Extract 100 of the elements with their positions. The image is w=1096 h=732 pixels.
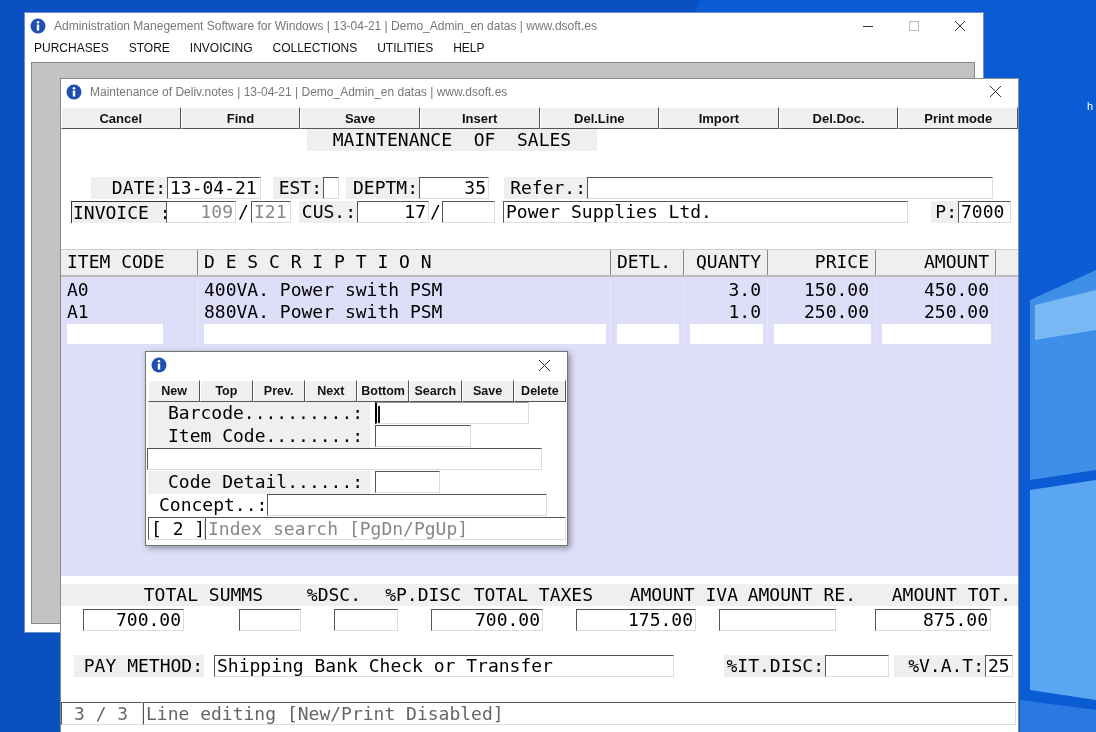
toolbar-button[interactable]: Print mode [898, 107, 1018, 129]
table-cell: A0 [61, 279, 198, 301]
toolbar-button[interactable]: Next [304, 380, 357, 402]
total-field[interactable] [334, 609, 398, 631]
menu-item[interactable]: HELP [453, 41, 485, 55]
total-label: %P.DISC [384, 584, 461, 606]
field-label: Item Code........: [148, 425, 370, 448]
toolbar-button[interactable]: Prev. [252, 380, 305, 402]
table-cell: 400VA. Power swith PSM [198, 279, 611, 301]
new-line-input[interactable] [617, 324, 679, 344]
info-icon [30, 17, 46, 34]
field-label: Barcode..........: [148, 402, 370, 425]
customer-suffix-field[interactable] [442, 201, 495, 223]
vat-field[interactable]: 25 [985, 655, 1013, 677]
total-label: AMOUNT TOT. [890, 584, 1011, 606]
item-discount-field[interactable] [825, 655, 889, 677]
column-header: QUANTY [684, 250, 768, 275]
total-label: %DSC. [305, 584, 361, 606]
total-field[interactable]: 700.00 [83, 609, 184, 631]
index-number: [ 2 ] [148, 517, 205, 540]
toolbar-button[interactable]: Top [200, 380, 253, 402]
toolbar-button[interactable]: Save [300, 107, 420, 129]
menu-item[interactable]: COLLECTIONS [272, 41, 358, 55]
field-label: CUS.: [299, 201, 357, 223]
toolbar-button[interactable]: Del.Doc. [778, 107, 899, 129]
column-header: DETL. [611, 250, 684, 275]
total-label: AMOUNT IVA [628, 584, 738, 606]
close-icon [989, 86, 1001, 97]
p-field[interactable]: 7000 [958, 201, 1011, 223]
field-label: Code Detail......: [148, 471, 370, 494]
menu-item[interactable]: PURCHASES [34, 41, 109, 55]
toolbar-button[interactable]: New [148, 380, 201, 402]
field-label: %V.A.T: [894, 655, 985, 677]
toolbar-button[interactable]: Delete [513, 380, 566, 402]
maximize-icon [909, 20, 919, 31]
field-label: %IT.DISC: [724, 655, 825, 677]
department-field[interactable]: 35 [419, 177, 489, 199]
input-field[interactable] [267, 494, 548, 516]
field-label: Refer.: [504, 177, 587, 199]
desktop-icon-label[interactable]: h [1087, 100, 1094, 112]
table-cell: 3.0 [684, 279, 768, 301]
new-line-input[interactable] [882, 324, 991, 344]
toolbar-button[interactable]: Import [659, 107, 779, 129]
total-label: TOTAL SUMMS [142, 584, 263, 606]
total-label: TOTAL TAXES [472, 584, 593, 606]
table-cell: 880VA. Power swith PSM [198, 301, 611, 323]
table-cell: 250.00 [876, 301, 996, 323]
field-label: Concept..: [159, 494, 268, 517]
customer-number-field[interactable]: 17 [357, 201, 429, 223]
menu-item[interactable]: UTILITIES [377, 41, 434, 55]
close-icon [955, 20, 965, 31]
input-field[interactable] [375, 402, 529, 424]
total-field[interactable] [719, 609, 836, 631]
reference-field[interactable] [587, 177, 993, 199]
new-line-input[interactable] [67, 324, 163, 344]
series-field[interactable]: I21 [251, 201, 291, 223]
field-label: DEPTM: [346, 177, 419, 199]
toolbar-button[interactable]: Bottom [357, 380, 410, 402]
form-heading: MAINTENANCE OF SALES [307, 129, 597, 151]
toolbar-button[interactable]: Cancel [61, 107, 181, 129]
column-header: D E S C R I P T I O N [198, 250, 611, 275]
menu-item[interactable]: INVOICING [189, 41, 253, 55]
total-field[interactable]: 175.00 [576, 609, 696, 631]
separator-slash: / [429, 201, 442, 223]
date-field[interactable]: 13-04-21 [167, 177, 261, 199]
toolbar-button[interactable]: Del.Line [539, 107, 660, 129]
toolbar-button[interactable]: Save [461, 380, 514, 402]
pay-method-field[interactable]: Shipping Bank Check or Transfer [214, 655, 674, 677]
close-icon [538, 359, 550, 371]
status-message: Line editing [New/Print Disabled] [143, 702, 1016, 725]
menu-item[interactable]: STORE [128, 41, 170, 55]
input-field[interactable] [147, 448, 542, 470]
field-label: PAY METHOD: [74, 655, 204, 677]
input-field[interactable] [375, 425, 471, 447]
toolbar-button[interactable]: Insert [419, 107, 540, 129]
table-cell: A1 [61, 301, 198, 323]
new-line-input[interactable] [204, 324, 606, 344]
column-header: PRICE [768, 250, 876, 275]
est-field[interactable] [323, 177, 339, 199]
toolbar-button[interactable]: Search [409, 380, 462, 402]
customer-name-field[interactable]: Power Supplies Ltd. [503, 201, 908, 223]
total-label: AMOUNT RE. [746, 584, 856, 606]
window-title: Administration Manegement Software for Windows | 13-04-21 | Demo_Admin_en datas | www.dsoft.es [54, 18, 598, 33]
field-label: DATE: [91, 177, 167, 199]
record-position: 3 / 3 [61, 702, 143, 725]
field-label: EST: [273, 177, 323, 199]
new-line-input[interactable] [774, 324, 871, 344]
table-cell: 450.00 [876, 279, 996, 301]
total-field[interactable] [239, 609, 301, 631]
input-field[interactable] [375, 471, 440, 493]
total-field[interactable]: 875.00 [875, 609, 991, 631]
info-icon [151, 357, 167, 373]
field-label: INVOICE : [71, 201, 166, 223]
total-field[interactable]: 700.00 [431, 609, 543, 631]
column-header: ITEM CODE [61, 250, 198, 275]
table-cell: 250.00 [768, 301, 876, 323]
field-label: P: [931, 201, 958, 223]
toolbar-button[interactable]: Find [180, 107, 301, 129]
status-message: Index search [PgDn/PgUp] [205, 517, 566, 540]
new-line-input[interactable] [690, 324, 763, 344]
